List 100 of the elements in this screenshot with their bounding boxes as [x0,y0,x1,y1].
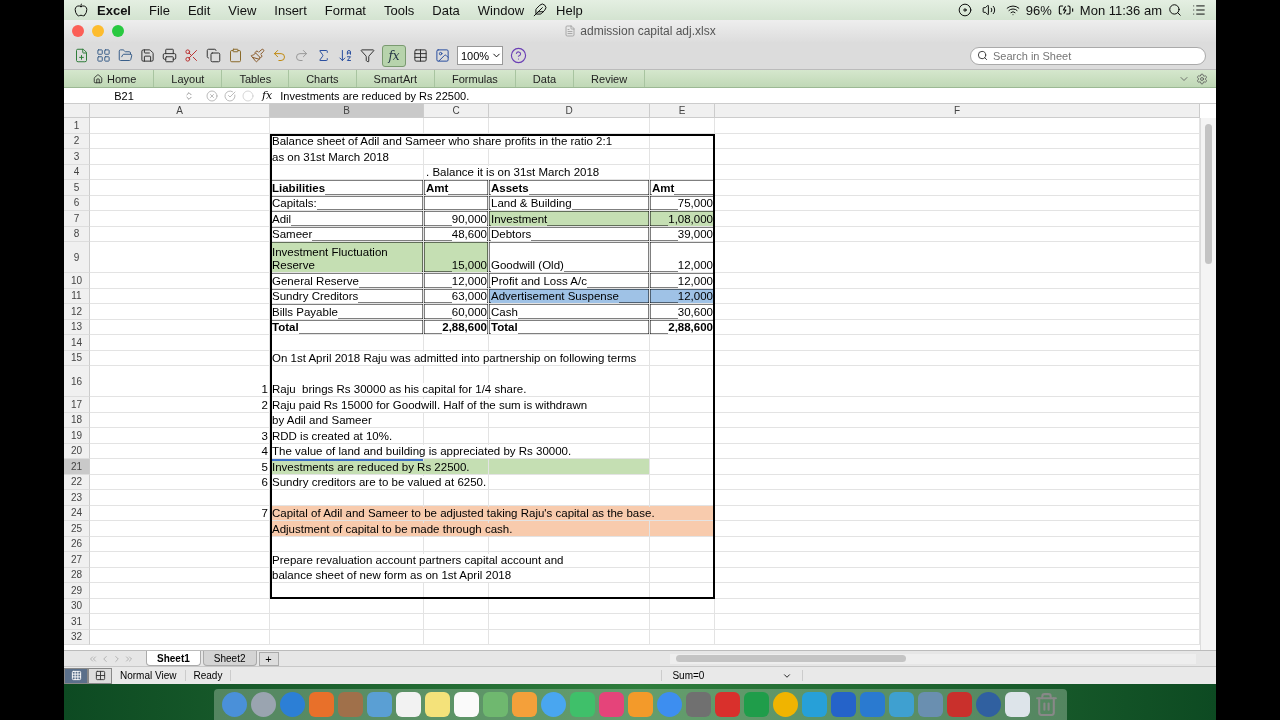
app-icon[interactable] [685,692,711,717]
close-button[interactable] [72,25,84,37]
app-icon[interactable] [569,692,595,717]
gallery-icon[interactable] [96,48,111,63]
row-number[interactable]: 23 [64,490,90,506]
redo-icon[interactable] [294,48,309,63]
row-number[interactable]: 16 [64,366,90,397]
scrollbar[interactable] [1200,118,1216,650]
menu-item[interactable]: Help [547,2,592,18]
sheet-tab[interactable]: Sheet1 [146,651,201,666]
next-sheet-icon[interactable] [112,653,122,664]
app-icon[interactable] [511,692,537,717]
enter-icon[interactable] [224,89,236,102]
app-icon[interactable] [482,692,508,717]
menu-item[interactable]: File [140,2,179,18]
app-icon[interactable] [830,692,856,717]
last-sheet-icon[interactable] [124,653,134,664]
row-number[interactable]: 17 [64,397,90,413]
zoom-button[interactable] [112,25,124,37]
scissors-icon[interactable] [184,48,199,63]
ribbon-tab[interactable]: Charts [289,70,357,87]
row-number[interactable]: 21 [64,459,90,475]
table-icon[interactable] [413,48,428,63]
menu-item[interactable]: Format [315,2,375,18]
formula-builder-button[interactable]: fx [382,44,406,67]
picture-icon[interactable] [435,48,450,63]
menu-item[interactable]: Insert [265,2,316,18]
apple-icon[interactable] [74,3,88,17]
row-number[interactable]: 7 [64,211,90,227]
settings-icon[interactable] [1196,72,1208,85]
app-icon[interactable] [250,692,276,717]
app-menu[interactable]: Excel [88,2,140,18]
menu-item[interactable]: Edit [178,2,220,18]
stepper-icon[interactable] [184,90,194,101]
row-number[interactable]: 14 [64,335,90,351]
row-number[interactable]: 1 [64,118,90,134]
copy-icon[interactable] [206,48,221,63]
app-icon[interactable] [1004,692,1030,717]
app-icon[interactable] [627,692,653,717]
app-icon[interactable] [395,692,421,717]
app-icon[interactable] [946,692,972,717]
app-icon[interactable] [424,692,450,717]
column-header[interactable]: B [270,104,424,117]
search-field[interactable]: Search in Sheet [970,46,1206,65]
row-number[interactable]: 19 [64,428,90,444]
new-file-icon[interactable] [74,48,89,63]
zoom-select[interactable]: 100% [457,46,504,65]
ribbon-tab[interactable]: SmartArt [356,70,435,87]
row-number[interactable]: 10 [64,273,90,289]
ribbon-tab[interactable]: Tables [222,70,290,87]
add-sheet-button[interactable]: + [258,651,279,666]
circle-icon[interactable] [242,89,254,102]
list-icon[interactable] [1192,3,1206,17]
volume-icon[interactable] [981,3,996,17]
paintbrush-icon[interactable] [250,48,265,63]
menu-item[interactable]: Tools [375,2,424,18]
save-icon[interactable] [140,48,155,63]
normal-view-button[interactable] [64,667,88,684]
sum-icon[interactable] [316,48,331,63]
row-number[interactable]: 29 [64,583,90,599]
record-icon[interactable] [957,3,972,17]
clipboard-icon[interactable] [228,48,243,63]
row-number[interactable]: 27 [64,552,90,568]
wifi-icon[interactable] [1005,3,1020,17]
page-layout-button[interactable] [88,667,112,684]
battery-icon[interactable] [1057,2,1074,18]
minimize-button[interactable] [92,25,104,37]
row-number[interactable]: 3 [64,149,90,165]
script-icon[interactable] [533,3,548,17]
scrollbar[interactable] [670,653,1196,664]
folder-icon[interactable] [118,48,133,63]
sheet-tab[interactable]: Sheet2 [202,651,257,666]
menu-item[interactable]: Window [468,2,534,18]
row-number[interactable]: 25 [64,521,90,537]
app-icon[interactable] [975,692,1001,717]
filter-icon[interactable] [360,48,375,63]
menu-item[interactable]: View [219,2,266,18]
name-box[interactable]: B21 [64,89,184,102]
print-icon[interactable] [162,48,177,63]
fx-label[interactable]: fx [262,89,273,102]
app-icon[interactable] [772,692,798,717]
ribbon-tab[interactable]: Layout [154,70,223,87]
menu-item[interactable]: Data [423,2,469,18]
search-icon[interactable] [1168,3,1182,17]
cancel-icon[interactable] [206,89,218,102]
app-icon[interactable] [453,692,479,717]
row-number[interactable]: 31 [64,614,90,630]
row-number[interactable]: 12 [64,304,90,320]
help-icon[interactable] [510,47,528,64]
ribbon-tab[interactable]: Data [515,70,575,87]
sort-icon[interactable] [338,48,353,63]
undo-icon[interactable] [272,48,287,63]
ribbon-tab[interactable]: Formulas [435,70,516,87]
previous-sheet-icon[interactable] [100,653,110,664]
formula-field[interactable]: Investments are reduced by Rs 22500. [272,89,1216,102]
row-number[interactable]: 9 [64,242,90,273]
sum-dropdown[interactable]: Sum=0 [661,670,804,681]
first-sheet-icon[interactable] [88,653,98,664]
row-number[interactable]: 5 [64,180,90,196]
app-icon[interactable] [714,692,740,717]
